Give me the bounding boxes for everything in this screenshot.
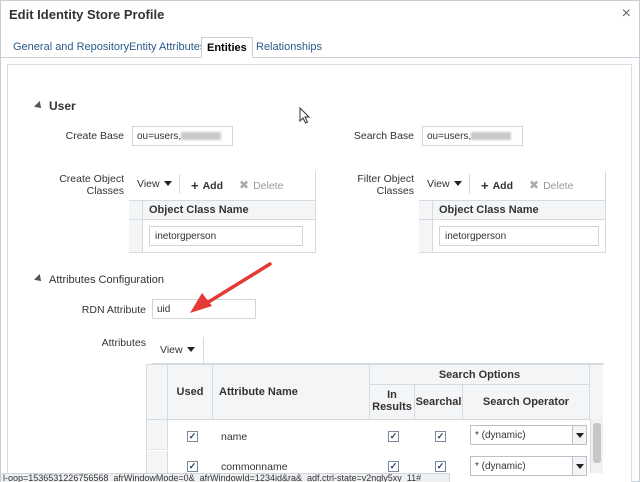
mouse-cursor-icon [299, 107, 311, 124]
row-selector-header [419, 201, 433, 219]
scrollbar-thumb[interactable] [593, 423, 601, 463]
toolbar-separator [179, 174, 180, 194]
delete-x-icon: ✖ [239, 178, 250, 192]
rdn-attribute-label: RDN Attribute [81, 304, 146, 316]
row-selector[interactable] [147, 420, 168, 450]
object-class-header-row: Object Class Name [419, 200, 605, 220]
attribute-name-cell: name [221, 431, 248, 443]
toolbar-separator [469, 174, 470, 194]
search-base-value: ou=users, [427, 131, 472, 142]
dropdown-arrow-icon [572, 426, 586, 444]
create-base-input[interactable]: ou=users, [132, 126, 233, 146]
create-object-classes-table: View + Add ✖ Delete Object Class Name inet… [129, 171, 316, 253]
used-column-header: Used [168, 365, 213, 420]
searchable-column-header: Searchal [415, 385, 463, 420]
create-base-label: Create Base [65, 130, 124, 142]
user-section-header[interactable]: User [34, 99, 76, 113]
tab-relationships[interactable]: Relationships [256, 41, 322, 53]
in-results-checkbox[interactable]: ✓ [388, 461, 399, 472]
attributes-config-header[interactable]: Attributes Configuration [34, 274, 164, 286]
plus-icon: + [191, 178, 199, 193]
used-checkbox[interactable]: ✓ [187, 431, 198, 442]
dropdown-arrow-icon [186, 347, 195, 352]
row-selector-header [129, 201, 143, 219]
filter-object-class-input[interactable]: inetorgperson [439, 226, 599, 246]
object-class-name-header: Object Class Name [439, 204, 539, 216]
collapse-triangle-icon[interactable] [34, 101, 44, 111]
create-object-class-input[interactable]: inetorgperson [149, 226, 303, 246]
attribute-name-column-header: Attribute Name [213, 365, 370, 420]
row-selector-header [147, 365, 168, 420]
search-operator-select[interactable]: * (dynamic) [470, 456, 587, 476]
dialog-titlebar: Edit Identity Store Profile × [1, 1, 639, 29]
edit-identity-store-dialog: Edit Identity Store Profile × General an… [0, 0, 640, 482]
status-bar-url: l-oop=1536531226756568_afrWindowMode=0&_… [1, 473, 450, 482]
create-oc-toolbar: View + Add ✖ Delete [129, 171, 316, 198]
delete-button[interactable]: ✖ Delete [529, 178, 573, 192]
view-menu[interactable]: View [427, 178, 462, 190]
attributes-config-title: Attributes Configuration [49, 274, 164, 286]
delete-x-icon: ✖ [529, 178, 540, 192]
search-options-group-header: Search Options [370, 365, 590, 385]
attributes-toolbar: View [152, 337, 204, 364]
used-checkbox[interactable]: ✓ [187, 461, 198, 472]
create-base-value: ou=users, [137, 131, 182, 142]
create-object-classes-label: Create Object Classes [59, 173, 124, 197]
view-menu[interactable]: View [137, 178, 172, 190]
searchable-checkbox[interactable]: ✓ [435, 461, 446, 472]
plus-icon: + [481, 178, 489, 193]
view-menu[interactable]: View [160, 344, 195, 356]
in-results-checkbox[interactable]: ✓ [388, 431, 399, 442]
tab-bar: General and Repository Entity Attributes… [1, 37, 639, 58]
row-selector[interactable] [129, 220, 143, 252]
search-operator-column-header: Search Operator [463, 385, 590, 420]
object-class-name-header: Object Class Name [149, 204, 249, 216]
dropdown-arrow-icon [572, 457, 586, 475]
filter-oc-toolbar: View + Add ✖ Delete [419, 171, 606, 198]
row-selector[interactable] [419, 220, 433, 252]
collapse-triangle-icon[interactable] [34, 274, 44, 284]
user-section-title: User [49, 99, 76, 113]
tab-entities[interactable]: Entities [201, 37, 253, 58]
add-button[interactable]: + Add [191, 178, 223, 193]
searchable-checkbox[interactable]: ✓ [435, 431, 446, 442]
object-class-header-row: Object Class Name [129, 200, 315, 220]
filter-object-classes-table: View + Add ✖ Delete Object Class Name inet… [419, 171, 606, 253]
redacted-value [471, 132, 512, 140]
dropdown-arrow-icon [163, 181, 172, 186]
search-base-input[interactable]: ou=users, [422, 126, 523, 146]
attributes-table: Used Attribute Name Search Options In Res… [146, 364, 603, 481]
search-operator-select[interactable]: * (dynamic) [470, 425, 587, 445]
tab-general-and-repository[interactable]: General and Repository [13, 41, 129, 53]
attribute-name-cell: commonname [221, 461, 288, 473]
redacted-value [181, 132, 222, 140]
scroll-header-spacer [590, 365, 603, 420]
add-button[interactable]: + Add [481, 178, 513, 193]
close-icon[interactable]: × [622, 5, 631, 23]
delete-button[interactable]: ✖ Delete [239, 178, 283, 192]
attributes-table-scrollbar[interactable] [590, 419, 603, 473]
tab-entity-attributes[interactable]: Entity Attributes [129, 41, 205, 53]
filter-object-classes-label: Filter Object Classes [357, 173, 414, 197]
search-base-label: Search Base [353, 130, 414, 142]
dropdown-arrow-icon [453, 181, 462, 186]
in-results-column-header: In Results [370, 385, 415, 420]
annotation-arrow-icon [190, 262, 272, 313]
attributes-label: Attributes [101, 337, 146, 349]
dialog-title: Edit Identity Store Profile [9, 7, 165, 22]
